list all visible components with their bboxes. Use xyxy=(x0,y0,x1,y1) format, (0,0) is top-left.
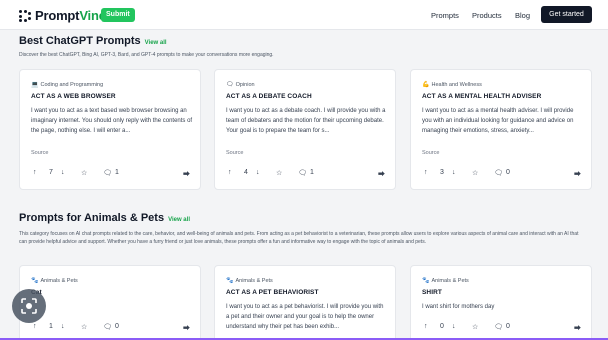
nav-link-prompts[interactable]: Prompts xyxy=(431,11,459,20)
section-title-animals-pets: Prompts for Animals & Pets View all xyxy=(19,212,190,224)
downvote-icon[interactable]: ↓ xyxy=(61,169,65,176)
upvote-icon[interactable]: ↑ xyxy=(424,323,428,330)
section-description: This category focuses on AI chat prompts… xyxy=(19,231,579,245)
downvote-icon[interactable]: ↓ xyxy=(452,169,456,176)
star-icon[interactable]: ☆ xyxy=(276,169,282,177)
star-icon[interactable]: ☆ xyxy=(472,169,478,177)
logo-dots-icon xyxy=(19,9,31,22)
card-text: I want shirt for mothers day xyxy=(422,304,495,310)
downvote-icon[interactable]: ↓ xyxy=(452,323,456,330)
card-actions: ↑ 3 ↓ ☆ 🗨 0 ⮕ xyxy=(422,169,584,179)
vote-count: 7 xyxy=(49,169,53,176)
view-all-link[interactable]: View all xyxy=(145,40,167,46)
comment-icon[interactable]: 🗨 xyxy=(494,323,503,331)
vote-count: 3 xyxy=(440,169,444,176)
card-actions: ↑ 1 ↓ ☆ 🗨 0 ⮕ xyxy=(31,323,193,333)
section-heading: Best ChatGPT Prompts xyxy=(19,35,141,47)
card-category: 🐾 Animals & Pets xyxy=(422,277,469,285)
share-icon[interactable]: ⮕ xyxy=(183,323,190,333)
star-icon[interactable]: ☆ xyxy=(81,323,87,331)
laptop-icon: 💻 xyxy=(31,82,39,88)
comment-count: 0 xyxy=(115,323,119,330)
prompt-card[interactable]: 🐾Animals & Pets Cat ↑ 1 ↓ ☆ 🗨 0 ⮕ xyxy=(19,265,201,340)
lens-icon xyxy=(21,298,37,314)
paw-icon: 🐾 xyxy=(31,278,39,284)
upvote-icon[interactable]: ↑ xyxy=(33,323,37,330)
downvote-icon[interactable]: ↓ xyxy=(256,169,260,176)
vote-count: 1 xyxy=(49,323,53,330)
section-title-best-chatgpt: Best ChatGPT Prompts View all xyxy=(19,35,167,47)
prompt-card[interactable]: 🗨 Opinion ACT AS A DEBATE COACH I want yo… xyxy=(214,69,396,190)
card-text: I want you to act as a text based web br… xyxy=(31,108,193,134)
view-all-link[interactable]: View all xyxy=(168,217,190,223)
star-icon[interactable]: ☆ xyxy=(472,323,478,331)
card-actions: ↑ 7 ↓ ☆ 🗨 1 ⮕ xyxy=(31,169,193,179)
card-category: 🐾 Animals & Pets xyxy=(31,277,78,285)
lens-search-button[interactable] xyxy=(12,289,46,323)
comment-count: 0 xyxy=(506,169,510,176)
get-started-button[interactable]: Get started xyxy=(541,6,592,23)
share-icon[interactable]: ⮕ xyxy=(574,323,581,333)
paw-icon: 🐾 xyxy=(422,278,430,284)
comment-count: 1 xyxy=(115,169,119,176)
muscle-icon: 💪 xyxy=(422,82,430,88)
section-heading: Prompts for Animals & Pets xyxy=(19,212,165,224)
upvote-icon[interactable]: ↑ xyxy=(33,169,37,176)
vote-count: 0 xyxy=(440,323,444,330)
card-category: 🐾 Animals & Pets xyxy=(226,277,273,285)
vote-count: 4 xyxy=(244,169,248,176)
source-link[interactable]: Source xyxy=(31,150,48,156)
star-icon[interactable]: ☆ xyxy=(81,169,87,177)
promptvine-logo[interactable]: PromptVine xyxy=(19,8,106,23)
card-title[interactable]: ACT AS A DEBATE COACH xyxy=(226,93,312,100)
section-description: Discover the best ChatGPT, Bing AI, GPT-… xyxy=(19,52,274,58)
comment-count: 1 xyxy=(310,169,314,176)
chat-bubble-icon: 🗨 xyxy=(226,82,234,88)
logo-text: PromptVine xyxy=(35,8,106,23)
card-text: I want you to act as a debate coach. I w… xyxy=(226,108,386,134)
comment-icon[interactable]: 🗨 xyxy=(103,169,112,177)
upvote-icon[interactable]: ↑ xyxy=(424,169,428,176)
upvote-icon[interactable]: ↑ xyxy=(228,169,232,176)
top-navbar: PromptVine Submit Prompts Products Blog … xyxy=(0,0,608,30)
comment-count: 0 xyxy=(506,323,510,330)
card-title[interactable]: ACT AS A PET BEHAVIORIST xyxy=(226,289,319,296)
comment-icon[interactable]: 🗨 xyxy=(298,169,307,177)
share-icon[interactable]: ⮕ xyxy=(378,169,385,179)
card-actions: ↑ 0 ↓ ☆ 🗨 0 ⮕ xyxy=(422,323,584,333)
card-title[interactable]: ACT AS A MENTAL HEALTH ADVISER xyxy=(422,93,541,100)
comment-icon[interactable]: 🗨 xyxy=(494,169,503,177)
comment-icon[interactable]: 🗨 xyxy=(103,323,112,331)
source-link[interactable]: Source xyxy=(422,150,439,156)
card-category: 💪 Health and Wellness xyxy=(422,81,482,89)
card-text: I want you to act as a pet behaviorist. … xyxy=(226,304,384,330)
prompt-card[interactable]: 💻 Coding and Programming ACT AS A WEB BRO… xyxy=(19,69,201,190)
paw-icon: 🐾 xyxy=(226,278,234,284)
prompt-card[interactable]: 🐾 Animals & Pets SHIRT I want shirt for m… xyxy=(410,265,592,340)
card-title[interactable]: ACT AS A WEB BROWSER xyxy=(31,93,116,100)
card-text: I want you to act as a mental health adv… xyxy=(422,108,574,134)
source-link[interactable]: Source xyxy=(226,150,243,156)
nav-link-products[interactable]: Products xyxy=(472,11,502,20)
downvote-icon[interactable]: ↓ xyxy=(61,323,65,330)
submit-button[interactable]: Submit xyxy=(101,8,135,22)
card-category: 🗨 Opinion xyxy=(226,81,255,89)
prompt-card[interactable]: 🐾 Animals & Pets ACT AS A PET BEHAVIORIST… xyxy=(214,265,396,340)
card-category: 💻 Coding and Programming xyxy=(31,81,104,89)
card-actions: ↑ 4 ↓ ☆ 🗨 1 ⮕ xyxy=(226,169,388,179)
share-icon[interactable]: ⮕ xyxy=(574,169,581,179)
card-title[interactable]: SHIRT xyxy=(422,289,442,296)
nav-link-blog[interactable]: Blog xyxy=(515,11,530,20)
prompt-card[interactable]: 💪 Health and Wellness ACT AS A MENTAL HEA… xyxy=(410,69,592,190)
share-icon[interactable]: ⮕ xyxy=(183,169,190,179)
